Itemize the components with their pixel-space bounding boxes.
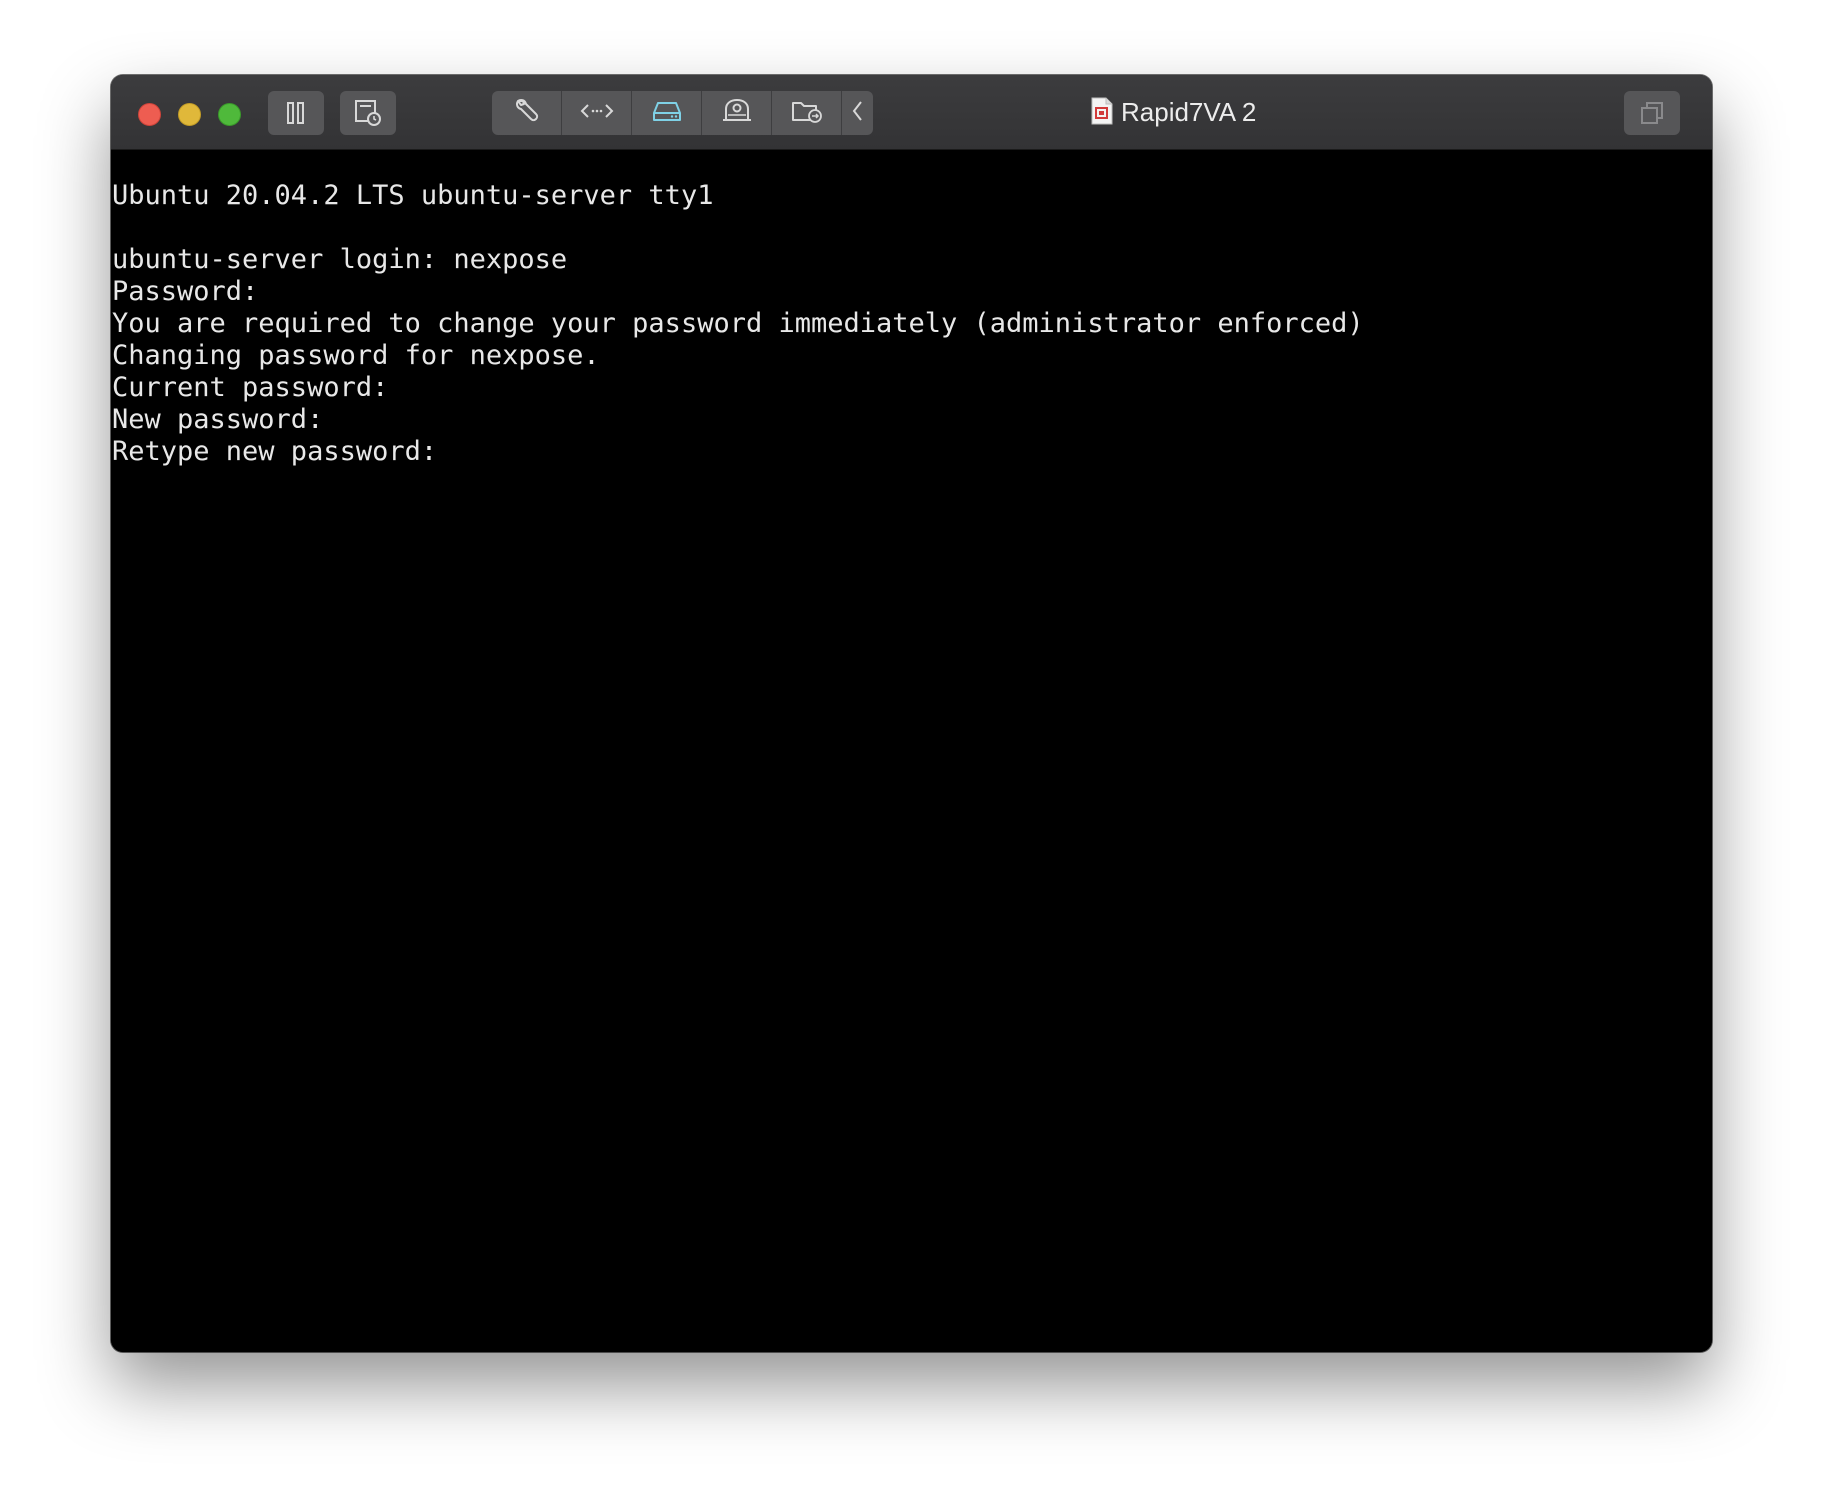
minimize-button[interactable] bbox=[178, 103, 201, 126]
shared-folder-icon bbox=[790, 97, 824, 129]
console-line: Ubuntu 20.04.2 LTS ubuntu-server tty1 bbox=[112, 180, 714, 211]
console-line: Current password: bbox=[112, 372, 389, 403]
fullscreen-button[interactable] bbox=[1624, 91, 1680, 135]
chevron-left-icon bbox=[851, 98, 865, 128]
zoom-button[interactable] bbox=[218, 103, 241, 126]
vm-document-icon bbox=[1091, 97, 1113, 129]
pause-icon bbox=[283, 100, 309, 126]
console-line: New password: bbox=[112, 404, 324, 435]
code-icon bbox=[580, 99, 614, 127]
console-line: Changing password for nexpose. bbox=[112, 340, 600, 371]
snapshot-button[interactable] bbox=[340, 91, 396, 135]
title-bar: Rapid7VA 2 bbox=[111, 75, 1712, 150]
hard-drive-icon bbox=[651, 98, 683, 128]
shared-folder-button[interactable] bbox=[772, 91, 842, 135]
vm-console[interactable]: Ubuntu 20.04.2 LTS ubuntu-server tty1 ub… bbox=[111, 150, 1712, 1352]
camera-button[interactable] bbox=[702, 91, 772, 135]
window-title: Rapid7VA 2 bbox=[1091, 75, 1256, 150]
camera-icon bbox=[721, 97, 753, 129]
network-button[interactable] bbox=[562, 91, 632, 135]
console-line: Password: bbox=[112, 276, 259, 307]
close-button[interactable] bbox=[138, 103, 161, 126]
settings-button[interactable] bbox=[492, 91, 562, 135]
console-line: Retype new password: bbox=[112, 436, 438, 467]
console-line: ubuntu-server login: nexpose bbox=[112, 244, 568, 275]
hard-drive-button[interactable] bbox=[632, 91, 702, 135]
collapse-toolbar-button[interactable] bbox=[842, 91, 873, 135]
window-title-text: Rapid7VA 2 bbox=[1121, 97, 1257, 127]
console-line: You are required to change your password… bbox=[112, 308, 1364, 339]
pause-button[interactable] bbox=[268, 91, 324, 135]
device-toolbar bbox=[492, 91, 873, 135]
snapshot-icon bbox=[353, 98, 383, 128]
fullscreen-icon bbox=[1639, 100, 1665, 126]
wrench-icon bbox=[512, 96, 542, 130]
vm-window: Rapid7VA 2 Ubuntu 20.04.2 LTS ubuntu-ser… bbox=[111, 75, 1712, 1352]
